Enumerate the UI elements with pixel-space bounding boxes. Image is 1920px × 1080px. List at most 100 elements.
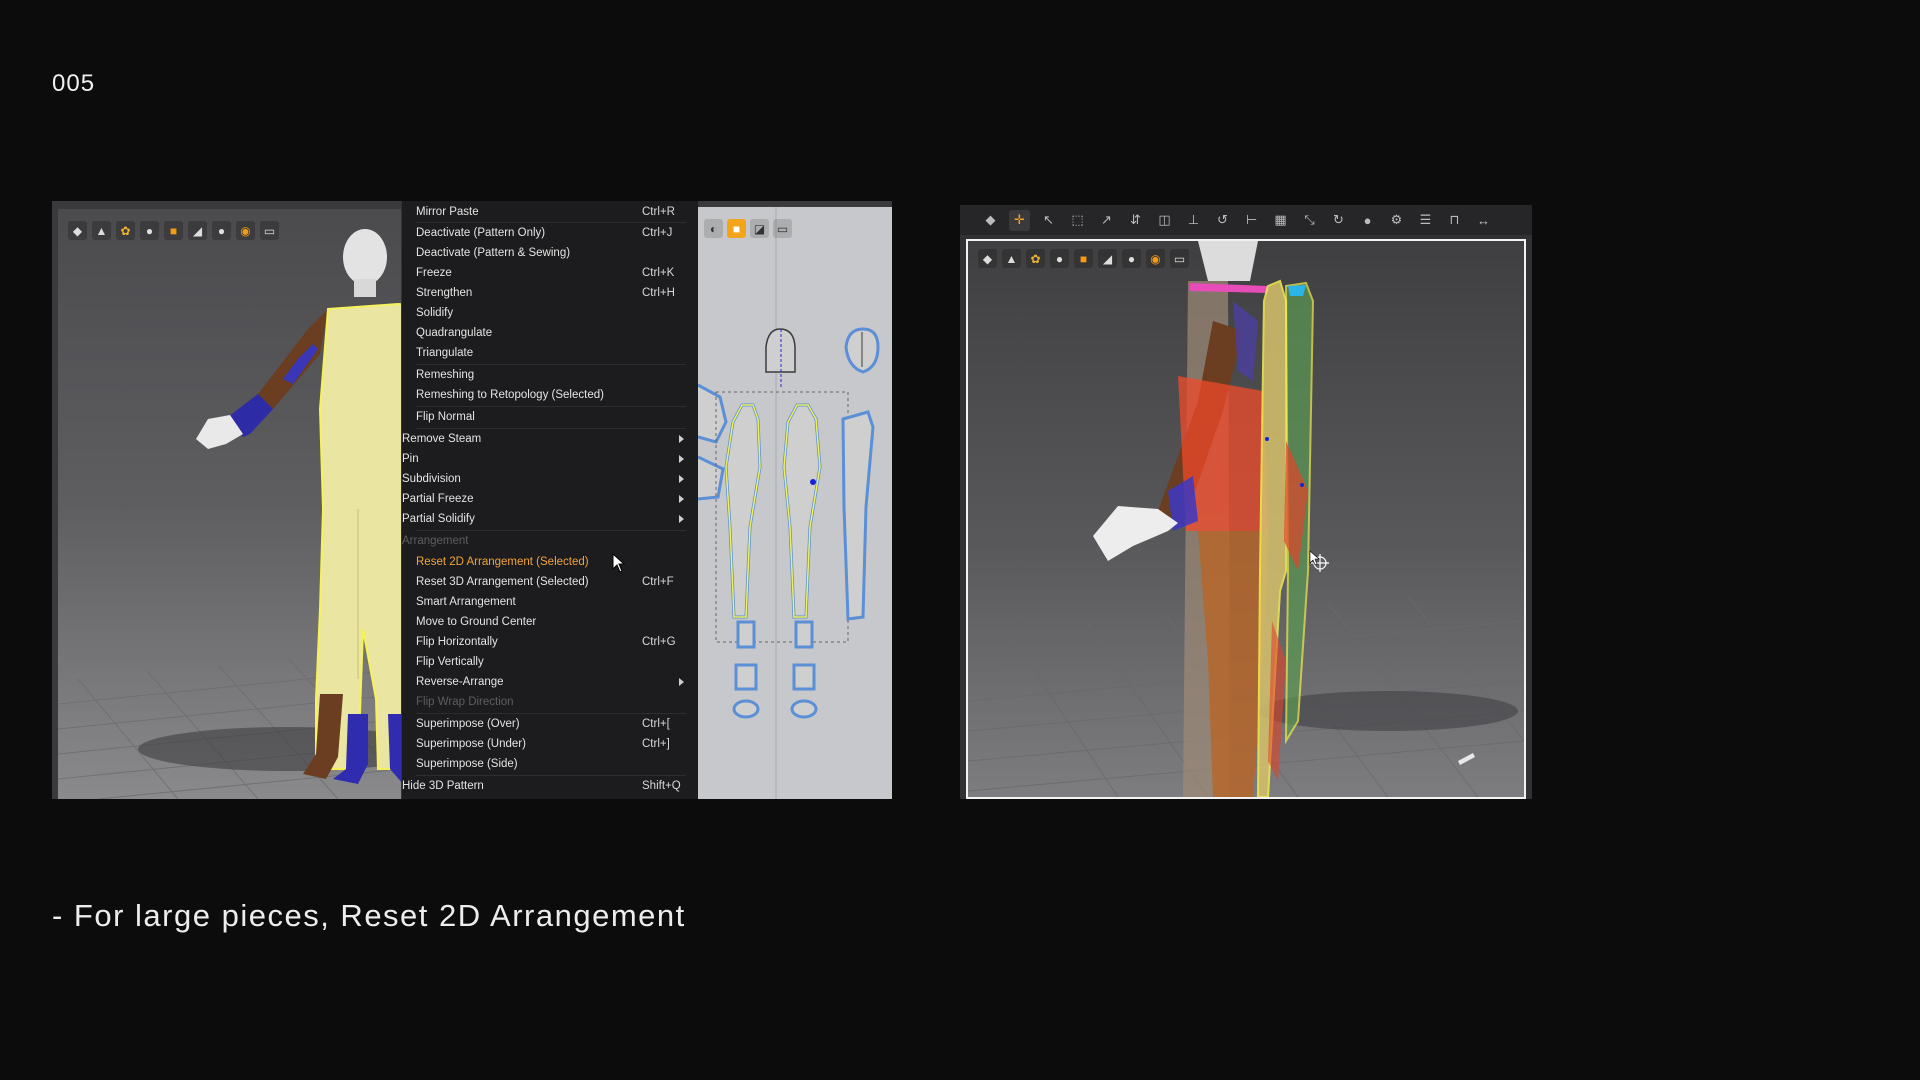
- menu-label: Mirror Paste: [416, 206, 479, 218]
- menu-item-superimpose-over[interactable]: Superimpose (Over) Ctrl+[: [402, 715, 698, 733]
- avatar-icon[interactable]: ●: [1050, 249, 1069, 268]
- menu-item-flip-normal[interactable]: Flip Normal: [402, 408, 698, 426]
- pin-icon[interactable]: ⊥: [1183, 210, 1204, 231]
- submenu-arrow-icon: [679, 435, 684, 443]
- zipper-icon[interactable]: ⚙: [1386, 210, 1407, 231]
- menu-item-remeshing[interactable]: Remeshing: [402, 366, 698, 384]
- avatar-icon[interactable]: ●: [140, 221, 159, 240]
- menu-label: Deactivate (Pattern Only): [416, 227, 546, 239]
- shoe-icon[interactable]: ◢: [1098, 249, 1117, 268]
- tack-icon[interactable]: ↺: [1212, 210, 1233, 231]
- menu-item-reset-2d-arrangement[interactable]: Reset 2D Arrangement (Selected): [402, 553, 698, 571]
- menu-label: Flip Vertically: [416, 656, 484, 668]
- tape-icon[interactable]: ⤡: [1299, 210, 1320, 231]
- menu-shortcut: Shift+Q: [642, 780, 681, 792]
- menu-item-deactivate-pattern-sewing[interactable]: Deactivate (Pattern & Sewing): [402, 244, 698, 262]
- move-icon[interactable]: ✛: [1009, 209, 1030, 231]
- curve-icon[interactable]: ↗: [1096, 210, 1117, 231]
- menu-item-freeze[interactable]: Freeze Ctrl+K: [402, 264, 698, 282]
- rotate-icon[interactable]: ↻: [1328, 210, 1349, 231]
- 3d-viewport[interactable]: ◆ ▲ ✿ ● ■ ◢ ● ◉ ▭: [58, 209, 454, 799]
- head-icon[interactable]: ●: [1122, 249, 1141, 268]
- menu-item-solidify[interactable]: Solidify: [402, 304, 698, 322]
- align-icon[interactable]: ☰: [1415, 210, 1436, 231]
- garment-icon[interactable]: ◆: [68, 221, 87, 240]
- menu-label: Smart Arrangement: [416, 596, 516, 608]
- menu-item-hide-3d-pattern[interactable]: Hide 3D Pattern Shift+Q: [402, 777, 698, 795]
- shirt-icon[interactable]: ▲: [1002, 249, 1021, 268]
- menu-item-reset-3d-arrangement[interactable]: Reset 3D Arrangement (Selected) Ctrl+F: [402, 573, 698, 591]
- menu-item-smart-arrangement[interactable]: Smart Arrangement: [402, 593, 698, 611]
- menu-item-flip-horizontally[interactable]: Flip Horizontally Ctrl+G: [402, 633, 698, 651]
- ball-icon[interactable]: ◉: [236, 221, 255, 240]
- menu-label: Subdivision: [402, 473, 461, 485]
- fold-icon[interactable]: ◫: [1154, 210, 1175, 231]
- menu-item-remove-steam[interactable]: Remove Steam: [402, 430, 698, 448]
- shirt-icon[interactable]: ▲: [92, 221, 111, 240]
- ball-icon[interactable]: ◉: [1146, 249, 1165, 268]
- fabric-icon[interactable]: ■: [1074, 249, 1093, 268]
- menu-item-superimpose-under[interactable]: Superimpose (Under) Ctrl+]: [402, 735, 698, 753]
- menu-item-triangulate[interactable]: Triangulate: [402, 344, 698, 362]
- menu-item-pin[interactable]: Pin: [402, 450, 698, 468]
- export-icon[interactable]: ▭: [773, 219, 792, 238]
- sewing-icon[interactable]: ✿: [116, 221, 135, 240]
- menu-item-remeshing-retopology[interactable]: Remeshing to Retopology (Selected): [402, 386, 698, 404]
- button-icon[interactable]: ●: [1357, 210, 1378, 231]
- viewport-toolbar: ◆ ▲ ✿ ● ■ ◢ ● ◉ ▭: [978, 249, 1189, 268]
- fit-icon[interactable]: ↔: [1473, 210, 1494, 231]
- transform-icon[interactable]: ⬚: [1067, 210, 1088, 231]
- menu-item-superimpose-side[interactable]: Superimpose (Side): [402, 755, 698, 773]
- segment-icon[interactable]: ◐: [704, 219, 723, 238]
- submenu-arrow-icon: [679, 678, 684, 686]
- context-menu: Mirror Paste Ctrl+R Deactivate (Pattern O…: [401, 201, 699, 799]
- 2d-pattern-window[interactable]: ◐ ■ ◪ ▭: [698, 207, 892, 799]
- shoe-icon[interactable]: ◢: [188, 221, 207, 240]
- menu-item-deactivate-pattern-only[interactable]: Deactivate (Pattern Only) Ctrl+J: [402, 224, 698, 242]
- garment-icon[interactable]: ◆: [978, 249, 997, 268]
- menu-item-partial-solidify[interactable]: Partial Solidify: [402, 510, 698, 528]
- submenu-arrow-icon: [679, 515, 684, 523]
- submenu-arrow-icon: [679, 475, 684, 483]
- menu-item-strengthen[interactable]: Strengthen Ctrl+H: [402, 284, 698, 302]
- trim-icon[interactable]: ◪: [750, 219, 769, 238]
- menu-item-subdivision[interactable]: Subdivision: [402, 470, 698, 488]
- edit-point-icon[interactable]: ↖: [1038, 210, 1059, 231]
- menu-label: Remove Steam: [402, 433, 482, 445]
- fabric-swatch-icon[interactable]: ■: [727, 219, 746, 238]
- menu-item-move-ground-center[interactable]: Move to Ground Center: [402, 613, 698, 631]
- menu-label: Pin: [402, 453, 419, 465]
- menu-shortcut: Ctrl+R: [642, 206, 675, 218]
- head-icon[interactable]: ●: [212, 221, 231, 240]
- export-icon[interactable]: ▭: [260, 221, 279, 240]
- menu-label: Quadrangulate: [416, 327, 493, 339]
- menu-item-quadrangulate[interactable]: Quadrangulate: [402, 324, 698, 342]
- menu-label: Partial Freeze: [402, 493, 474, 505]
- select-icon[interactable]: ◆: [980, 210, 1001, 231]
- slide-number: 005: [52, 70, 96, 97]
- measure-icon[interactable]: ⊢: [1241, 210, 1262, 231]
- menu-label: Reverse-Arrange: [416, 676, 504, 688]
- menu-label: Partial Solidify: [402, 513, 475, 525]
- grid-icon[interactable]: ▦: [1270, 210, 1291, 231]
- fabric-icon[interactable]: ■: [164, 221, 183, 240]
- menu-item-flip-vertically[interactable]: Flip Vertically: [402, 653, 698, 671]
- menu-shortcut: Ctrl+]: [642, 738, 670, 750]
- menu-shortcut: Ctrl+H: [642, 287, 675, 299]
- menu-item-partial-freeze[interactable]: Partial Freeze: [402, 490, 698, 508]
- arrange-icon[interactable]: ⊓: [1444, 210, 1465, 231]
- sewing-icon[interactable]: ✿: [1026, 249, 1045, 268]
- avatar-scene: [58, 229, 454, 799]
- menu-label: Reset 3D Arrangement (Selected): [416, 576, 589, 588]
- submenu-arrow-icon: [679, 495, 684, 503]
- menu-label: Superimpose (Side): [416, 758, 518, 770]
- submenu-arrow-icon: [679, 455, 684, 463]
- menu-label: Remeshing to Retopology (Selected): [416, 389, 604, 401]
- menu-section-arrangement: Arrangement: [402, 532, 698, 550]
- pattern-toolbar: ◐ ■ ◪ ▭: [704, 219, 792, 238]
- sew-icon[interactable]: ⇵: [1125, 210, 1146, 231]
- menu-item-reverse-arrange[interactable]: Reverse-Arrange: [402, 673, 698, 691]
- export-icon[interactable]: ▭: [1170, 249, 1189, 268]
- 3d-viewport[interactable]: ◆ ▲ ✿ ● ■ ◢ ● ◉ ▭: [966, 239, 1526, 799]
- menu-item-mirror-paste[interactable]: Mirror Paste Ctrl+R: [402, 203, 698, 221]
